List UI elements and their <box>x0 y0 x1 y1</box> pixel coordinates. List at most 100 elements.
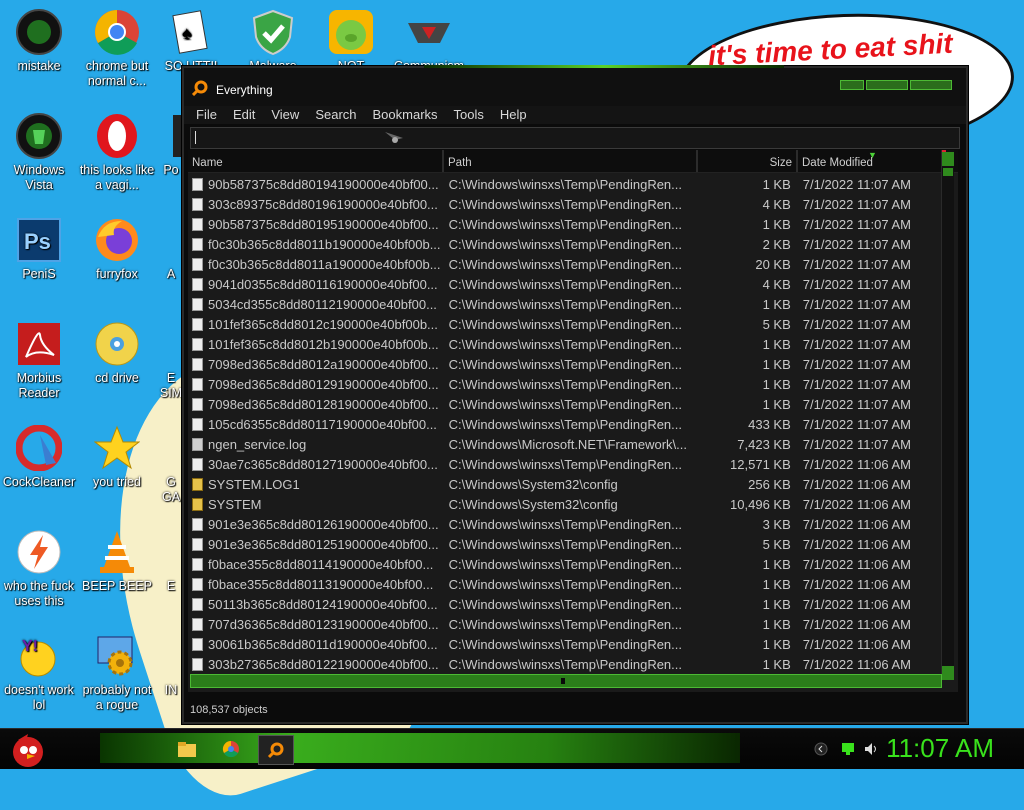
menu-bookmarks[interactable]: Bookmarks <box>365 106 446 124</box>
menu-search[interactable]: Search <box>307 106 364 124</box>
desktop-icon-morbius-reader[interactable]: Morbius Reader <box>0 320 78 401</box>
column-size-header[interactable]: Size <box>698 150 798 172</box>
maximize-button[interactable] <box>866 80 908 90</box>
file-icon <box>192 237 203 251</box>
file-path: C:\Windows\winsxs\Temp\PendingRen... <box>448 596 682 612</box>
table-row[interactable]: 30061b365c8dd8011d190000e40bf00... C:\Win… <box>188 634 940 654</box>
angry-bird-start-icon <box>13 734 43 767</box>
window-titlebar[interactable]: Everything <box>184 68 966 106</box>
file-icon <box>192 517 203 531</box>
ccleaner-icon <box>15 424 63 472</box>
menu-file[interactable]: File <box>188 106 225 124</box>
search-input[interactable] <box>190 127 960 149</box>
table-row[interactable]: 303b27365c8dd80122190000e40bf00... C:\Win… <box>188 654 940 674</box>
table-row[interactable]: f0bace355c8dd80113190000e40bf00... C:\Win… <box>188 574 940 594</box>
close-button[interactable] <box>910 80 952 90</box>
file-name: 90b587375c8dd80195190000e40bf00... <box>208 216 439 232</box>
table-row[interactable]: 101fef365c8dd8012c190000e40bf00b... C:\Wi… <box>188 314 940 334</box>
file-icon <box>192 257 203 271</box>
desktop-icon-you-tried[interactable]: you tried <box>78 424 156 490</box>
column-path-header[interactable]: Path <box>444 150 698 172</box>
desktop-icon-yahoo[interactable]: Y! doesn't work lol <box>0 632 78 713</box>
table-row[interactable]: 105cd6355c8dd80117190000e40bf00... C:\Win… <box>188 414 940 434</box>
desktop-icon-not[interactable]: NOT <box>312 8 390 74</box>
table-row[interactable]: f0bace355c8dd80114190000e40bf00... C:\Win… <box>188 554 940 574</box>
file-name-cell: SYSTEM.LOG1 <box>188 477 443 492</box>
start-button[interactable] <box>6 729 50 769</box>
svg-text:Y!: Y! <box>22 638 38 655</box>
results-list[interactable]: Name Path Size Date Modified ▼ 90b587375… <box>188 150 958 692</box>
table-row[interactable]: 7098ed365c8dd80128190000e40bf00... C:\Win… <box>188 394 940 414</box>
vertical-scrollbar[interactable] <box>941 150 954 680</box>
taskbar-clock[interactable]: 11:07 AM <box>886 733 994 764</box>
file-size: 1 KB <box>762 616 791 632</box>
table-row[interactable]: SYSTEM C:\Windows\System32\config 10,496 K… <box>188 494 940 514</box>
table-row[interactable]: f0c30b365c8dd8011a190000e40bf00b... C:\Wi… <box>188 254 940 274</box>
file-date-modified: 7/1/2022 11:06 AM <box>802 576 911 592</box>
table-row[interactable]: 90b587375c8dd80195190000e40bf00... C:\Win… <box>188 214 940 234</box>
file-name-cell: f0bace355c8dd80114190000e40bf00... <box>188 557 443 572</box>
table-row[interactable]: 901e3e365c8dd80125190000e40bf00... C:\Win… <box>188 534 940 554</box>
file-icon <box>192 377 203 391</box>
desktop-icon-rogue[interactable]: probably not a rogue <box>78 632 156 713</box>
table-row[interactable]: 303c89375c8dd80196190000e40bf00... C:\Win… <box>188 194 940 214</box>
tray-chevron-icon[interactable] <box>814 742 828 761</box>
table-row[interactable]: 7098ed365c8dd8012a190000e40bf00... C:\Win… <box>188 354 940 374</box>
table-row[interactable]: 90b587375c8dd80194190000e40bf00... C:\Win… <box>188 174 940 194</box>
file-name: 30061b365c8dd8011d190000e40bf00... <box>208 636 438 652</box>
file-name-cell: 303b27365c8dd80122190000e40bf00... <box>188 657 443 672</box>
desktop-icon-firefox[interactable]: furryfox <box>78 216 156 282</box>
scroll-down-button[interactable] <box>942 666 954 680</box>
file-icon <box>192 617 203 631</box>
desktop-icon-windows-vista[interactable]: Windows Vista <box>0 112 78 193</box>
table-row[interactable]: 50113b365c8dd80124190000e40bf00... C:\Win… <box>188 594 940 614</box>
desktop-icon-photoshop[interactable]: Ps PeniS <box>0 216 78 282</box>
menu-edit[interactable]: Edit <box>225 106 263 124</box>
column-date-header[interactable]: Date Modified ▼ <box>798 150 944 172</box>
desktop-icon-vlc[interactable]: BEEP BEEP <box>78 528 156 594</box>
taskbar-chrome[interactable] <box>214 735 248 763</box>
taskbar-everything[interactable] <box>258 735 294 765</box>
table-row[interactable]: SYSTEM.LOG1 C:\Windows\System32\config 256… <box>188 474 940 494</box>
minimize-button[interactable] <box>840 80 864 90</box>
taskbar-folder[interactable] <box>170 735 204 763</box>
app-icon <box>159 216 183 264</box>
menu-help[interactable]: Help <box>492 106 535 124</box>
desktop-icon-cd-drive[interactable]: cd drive <box>78 320 156 386</box>
desktop-icon-opera[interactable]: this looks like a vagi... <box>78 112 156 193</box>
scroll-thumb[interactable] <box>943 168 953 176</box>
table-row[interactable]: 5034cd355c8dd80112190000e40bf00... C:\Win… <box>188 294 940 314</box>
desktop-icon-chrome[interactable]: chrome but normal c... <box>78 8 156 89</box>
desktop-icon-solitaire[interactable]: ♠ SO UTTI! <box>156 8 226 74</box>
network-icon[interactable] <box>840 742 856 761</box>
menu-tools[interactable]: Tools <box>446 106 492 124</box>
window-controls <box>840 80 952 90</box>
table-row[interactable]: f0c30b365c8dd8011b190000e40bf00b... C:\Wi… <box>188 234 940 254</box>
communism-icon <box>405 8 453 56</box>
volume-icon[interactable] <box>864 742 880 761</box>
desktop-icon-ccleaner[interactable]: CockCleaner <box>0 424 78 490</box>
table-row[interactable]: 9041d0355c8dd80116190000e40bf00... C:\Win… <box>188 274 940 294</box>
horizontal-scrollbar[interactable] <box>190 674 942 688</box>
everything-window[interactable]: Everything File Edit View Search Bookmar… <box>182 65 968 724</box>
file-size: 10,496 KB <box>730 496 791 512</box>
table-row[interactable]: 30ae7c365c8dd80127190000e40bf00... C:\Win… <box>188 454 940 474</box>
desktop-icon-mistake[interactable]: mistake <box>0 8 78 74</box>
table-row[interactable]: 101fef365c8dd8012b190000e40bf00b... C:\Wi… <box>188 334 940 354</box>
svg-text:♠: ♠ <box>182 23 192 43</box>
app-icon <box>159 112 183 160</box>
file-path: C:\Windows\winsxs\Temp\PendingRen... <box>448 216 682 232</box>
scroll-grip[interactable] <box>561 678 565 684</box>
table-row[interactable]: 901e3e365c8dd80126190000e40bf00... C:\Win… <box>188 514 940 534</box>
file-name-cell: ngen_service.log <box>188 437 443 452</box>
desktop-icon-malware[interactable]: Malware <box>234 8 312 74</box>
table-row[interactable]: ngen_service.log C:\Windows\Microsoft.NET… <box>188 434 940 454</box>
file-icon <box>192 637 203 651</box>
menu-view[interactable]: View <box>263 106 307 124</box>
table-row[interactable]: 7098ed365c8dd80129190000e40bf00... C:\Win… <box>188 374 940 394</box>
scroll-up-button[interactable] <box>942 152 954 166</box>
desktop-icon-flash[interactable]: who the fuck uses this <box>0 528 78 609</box>
column-name-header[interactable]: Name <box>188 150 444 172</box>
file-name: 105cd6355c8dd80117190000e40bf00... <box>208 416 437 432</box>
table-row[interactable]: 707d36365c8dd80123190000e40bf00... C:\Win… <box>188 614 940 634</box>
